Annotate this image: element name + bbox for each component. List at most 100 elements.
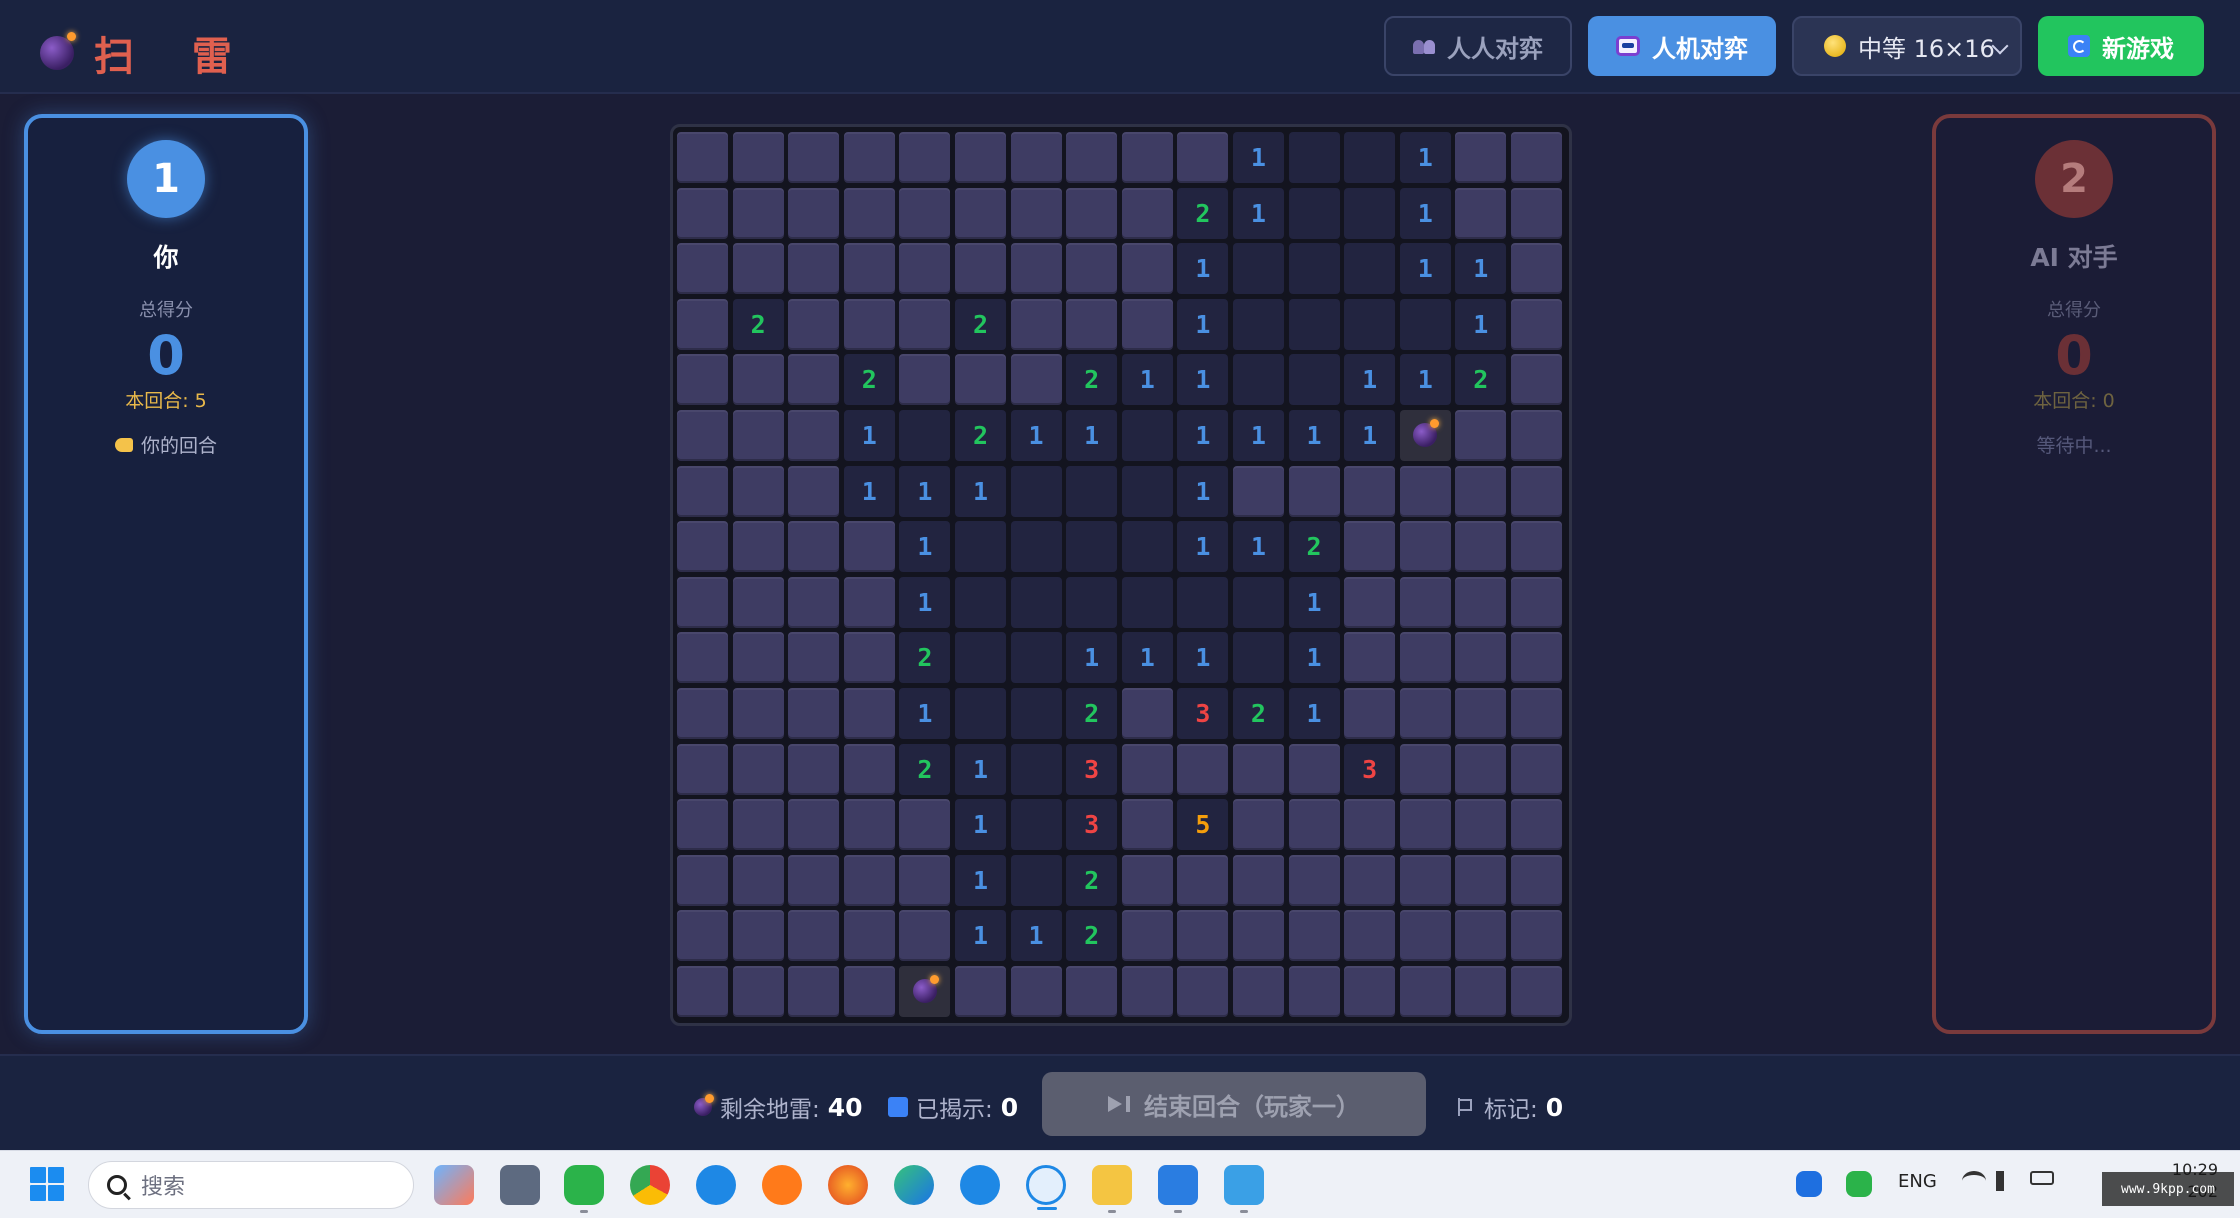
- board-cell[interactable]: [1455, 854, 1507, 906]
- board-cell[interactable]: [899, 354, 951, 406]
- board-cell[interactable]: [1510, 298, 1562, 350]
- board-cell[interactable]: [1455, 576, 1507, 628]
- chrome-icon[interactable]: [630, 1165, 670, 1205]
- board-cell[interactable]: [1344, 521, 1396, 573]
- mode-pve-button[interactable]: 人机对弈: [1588, 16, 1776, 76]
- board-cell[interactable]: [1344, 854, 1396, 906]
- board-cell[interactable]: [1232, 465, 1284, 517]
- board-cell[interactable]: [899, 187, 951, 239]
- board-cell[interactable]: [1399, 799, 1451, 851]
- board-cell[interactable]: [1399, 576, 1451, 628]
- board-cell[interactable]: [732, 354, 784, 406]
- board-cell[interactable]: [1177, 743, 1229, 795]
- board-cell[interactable]: [1232, 799, 1284, 851]
- board-cell[interactable]: [788, 521, 840, 573]
- security-tray-icon[interactable]: [1796, 1171, 1822, 1197]
- board-cell[interactable]: [1232, 910, 1284, 962]
- board-cell[interactable]: [732, 743, 784, 795]
- uc-browser-icon[interactable]: [762, 1165, 802, 1205]
- board-cell[interactable]: [1121, 965, 1173, 1017]
- board-cell[interactable]: [843, 799, 895, 851]
- board-cell[interactable]: [788, 354, 840, 406]
- board-cell[interactable]: [732, 965, 784, 1017]
- board-cell[interactable]: [1066, 243, 1118, 295]
- board-cell[interactable]: [1510, 854, 1562, 906]
- wechat-tray-icon[interactable]: [1846, 1171, 1872, 1197]
- board-cell[interactable]: [1399, 854, 1451, 906]
- board-cell[interactable]: [899, 132, 951, 183]
- board-cell[interactable]: [1288, 854, 1340, 906]
- board-cell[interactable]: [1455, 187, 1507, 239]
- board-cell[interactable]: [788, 687, 840, 739]
- board-cell[interactable]: [1121, 854, 1173, 906]
- board-cell[interactable]: [954, 965, 1006, 1017]
- board-cell[interactable]: [1177, 132, 1229, 183]
- board-cell[interactable]: [1510, 965, 1562, 1017]
- board-cell[interactable]: [843, 743, 895, 795]
- mode-pvp-button[interactable]: 人人对弈: [1384, 16, 1572, 76]
- board-cell[interactable]: [677, 743, 728, 795]
- board-cell[interactable]: [843, 187, 895, 239]
- board-cell[interactable]: [788, 243, 840, 295]
- board-cell[interactable]: [788, 132, 840, 183]
- board-cell[interactable]: [1288, 910, 1340, 962]
- board-cell[interactable]: [843, 632, 895, 684]
- board-cell[interactable]: [1510, 465, 1562, 517]
- end-turn-button[interactable]: 结束回合（玩家一）: [1042, 1072, 1426, 1136]
- board-cell[interactable]: [788, 799, 840, 851]
- board-cell[interactable]: [1177, 854, 1229, 906]
- board-cell[interactable]: [677, 187, 728, 239]
- board-cell[interactable]: [1010, 354, 1062, 406]
- notepad-icon[interactable]: [1224, 1165, 1264, 1213]
- board-cell[interactable]: [1121, 187, 1173, 239]
- board-cell[interactable]: [1510, 243, 1562, 295]
- board-cell[interactable]: [732, 854, 784, 906]
- board-cell[interactable]: [1455, 687, 1507, 739]
- board-cell[interactable]: [843, 132, 895, 183]
- board-cell[interactable]: [1232, 965, 1284, 1017]
- board-cell[interactable]: [1510, 910, 1562, 962]
- wifi-icon[interactable]: [1962, 1171, 1986, 1191]
- board-cell[interactable]: [1344, 465, 1396, 517]
- board-cell[interactable]: [732, 687, 784, 739]
- board-cell[interactable]: [1010, 132, 1062, 183]
- board-cell[interactable]: [1066, 298, 1118, 350]
- board-cell[interactable]: [1344, 965, 1396, 1017]
- edge-icon[interactable]: [894, 1165, 934, 1205]
- board-cell[interactable]: [1455, 799, 1507, 851]
- board-cell[interactable]: [1121, 799, 1173, 851]
- board-cell[interactable]: [1121, 743, 1173, 795]
- board-cell[interactable]: [1399, 910, 1451, 962]
- battery-icon[interactable]: [2030, 1171, 2054, 1185]
- board-cell[interactable]: [1399, 632, 1451, 684]
- board-cell[interactable]: [1510, 409, 1562, 461]
- board-cell[interactable]: [1288, 743, 1340, 795]
- board-cell[interactable]: [899, 854, 951, 906]
- file-explorer-icon[interactable]: [1092, 1165, 1132, 1213]
- board-cell[interactable]: [843, 576, 895, 628]
- board-cell[interactable]: [1510, 743, 1562, 795]
- board-cell[interactable]: [1455, 743, 1507, 795]
- board-cell[interactable]: [677, 687, 728, 739]
- board-cell[interactable]: [1066, 965, 1118, 1017]
- board-cell[interactable]: [1510, 187, 1562, 239]
- board-cell[interactable]: [899, 799, 951, 851]
- firefox-icon[interactable]: [828, 1165, 868, 1205]
- snipping-tool-icon[interactable]: [434, 1165, 474, 1205]
- board-cell[interactable]: [843, 521, 895, 573]
- board-cell[interactable]: [1232, 743, 1284, 795]
- board-cell[interactable]: [1121, 687, 1173, 739]
- board-cell[interactable]: [677, 576, 728, 628]
- difficulty-select[interactable]: 中等 16×16: [1792, 16, 2022, 76]
- board-cell[interactable]: [732, 632, 784, 684]
- board-cell[interactable]: [1344, 799, 1396, 851]
- board-cell[interactable]: [788, 743, 840, 795]
- board-cell[interactable]: [1344, 576, 1396, 628]
- board-cell[interactable]: [1510, 632, 1562, 684]
- board-cell[interactable]: [677, 910, 728, 962]
- board-cell[interactable]: [1177, 910, 1229, 962]
- board-cell[interactable]: [1288, 965, 1340, 1017]
- board-cell[interactable]: [1510, 521, 1562, 573]
- board-cell[interactable]: [677, 965, 728, 1017]
- board-cell[interactable]: [677, 409, 728, 461]
